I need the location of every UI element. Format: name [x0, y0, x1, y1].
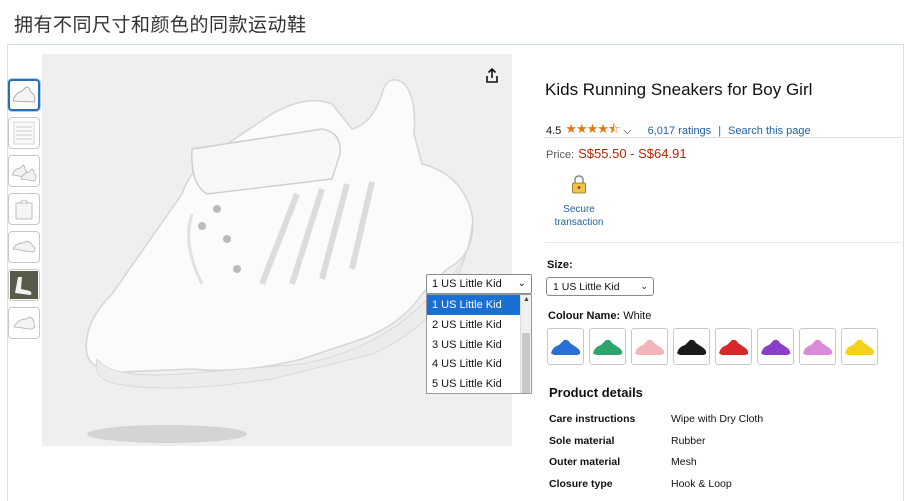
price-label: Price:	[546, 149, 575, 161]
detail-row: Sole material Rubber	[549, 435, 763, 457]
detail-key: Sole material	[549, 434, 615, 447]
divider	[545, 137, 902, 138]
colour-name: Colour Name: White	[548, 310, 651, 322]
price-range: S$55.50 - S$64.91	[578, 146, 687, 161]
thumbnail-shoe-on-foot[interactable]	[8, 269, 40, 301]
detail-key: Care instructions	[549, 413, 636, 425]
rating-value: 4.5	[546, 125, 562, 137]
dropdown-scrollbar[interactable]: ▲	[520, 295, 531, 393]
detail-key: Closure type	[549, 477, 613, 490]
size-dropdown-list: 1 US Little Kid 2 US Little Kid 3 US Lit…	[426, 294, 532, 394]
price-row: Price: S$55.50 - S$64.91	[546, 146, 687, 161]
size-option-2[interactable]: 2 US Little Kid	[427, 315, 531, 335]
thumbnail-size-chart[interactable]	[8, 117, 40, 149]
divider	[545, 242, 902, 243]
rating-chevron-icon[interactable]: ⌵	[623, 125, 631, 138]
colour-value: White	[623, 310, 652, 322]
ratings-count-link[interactable]: 6,017 ratings	[648, 125, 712, 137]
detail-row: Closure type Hook & Loop	[549, 478, 763, 500]
colour-swatch-blue[interactable]	[547, 328, 584, 365]
size-option-5[interactable]: 5 US Little Kid	[427, 374, 531, 393]
chevron-down-icon: ⌄	[640, 281, 648, 291]
detail-value: Hook & Loop	[671, 477, 732, 490]
separator: |	[718, 125, 722, 137]
chevron-down-icon: ⌄	[517, 278, 526, 289]
size-option-3[interactable]: 3 US Little Kid	[427, 335, 531, 355]
colour-swatches	[547, 328, 878, 365]
size-option-4[interactable]: 4 US Little Kid	[427, 354, 531, 374]
thumbnail-shoe-top[interactable]	[8, 307, 40, 339]
scrollbar-thumb[interactable]	[522, 333, 530, 393]
shoe-icon	[634, 339, 665, 357]
thumbnail-shoe-side[interactable]	[8, 79, 40, 111]
search-page-link[interactable]: Search this page	[728, 125, 811, 137]
size-dropdown-selected: 1 US Little Kid	[432, 278, 502, 290]
thumbnail-shoe-pair[interactable]	[8, 155, 40, 187]
page-caption: 拥有不同尺寸和颜色的同款运动鞋	[14, 14, 307, 36]
shoe-icon	[592, 339, 623, 357]
size-select-value: 1 US Little Kid	[553, 281, 620, 293]
shoe-icon	[676, 339, 707, 357]
detail-row: Outer material Mesh	[549, 456, 763, 478]
colour-label: Colour Name:	[548, 310, 621, 322]
detail-row: Care instructions Wipe with Dry Cloth	[549, 413, 763, 435]
share-icon[interactable]	[481, 65, 503, 87]
shoe-icon	[718, 339, 749, 357]
shoe-icon	[802, 339, 833, 357]
colour-swatch-purple[interactable]	[757, 328, 794, 365]
product-details-title: Product details	[549, 385, 643, 400]
size-dropdown-open[interactable]: 1 US Little Kid ⌄	[426, 274, 532, 294]
colour-swatch-pink[interactable]	[631, 328, 668, 365]
colour-swatch-green[interactable]	[589, 328, 626, 365]
product-details-table: Care instructions Wipe with Dry Cloth So…	[549, 413, 763, 499]
rating-row: 4.5 ★★★★⯪ ⌵ 6,017 ratings | Search this …	[546, 120, 811, 142]
shoe-icon	[550, 339, 581, 357]
product-panel: 1 US Little Kid ⌄ 1 US Little Kid 2 US L…	[7, 44, 904, 501]
star-rating-icon[interactable]: ★★★★⯪	[565, 120, 620, 142]
colour-swatch-black[interactable]	[673, 328, 710, 365]
lock-icon	[572, 175, 586, 194]
detail-value: Wipe with Dry Cloth	[671, 413, 764, 425]
shoe-icon	[760, 339, 791, 357]
thumbnail-shoe-sole[interactable]	[8, 231, 40, 263]
secure-transaction-link[interactable]: Secure transaction	[551, 175, 607, 229]
colour-swatch-yellow[interactable]	[841, 328, 878, 365]
secure-transaction-label: Secure transaction	[554, 204, 604, 228]
detail-key: Outer material	[549, 456, 621, 468]
colour-swatch-light-purple[interactable]	[799, 328, 836, 365]
colour-swatch-red[interactable]	[715, 328, 752, 365]
detail-value: Mesh	[671, 456, 697, 468]
product-title: Kids Running Sneakers for Boy Girl	[545, 80, 813, 99]
size-option-1[interactable]: 1 US Little Kid	[427, 295, 531, 315]
shoe-icon	[844, 339, 875, 357]
thumbnail-shoe-box[interactable]	[8, 193, 40, 225]
detail-value: Rubber	[671, 434, 706, 447]
scroll-up-icon[interactable]: ▲	[523, 296, 530, 303]
size-label: Size:	[547, 259, 573, 271]
size-select[interactable]: 1 US Little Kid ⌄	[546, 277, 654, 296]
